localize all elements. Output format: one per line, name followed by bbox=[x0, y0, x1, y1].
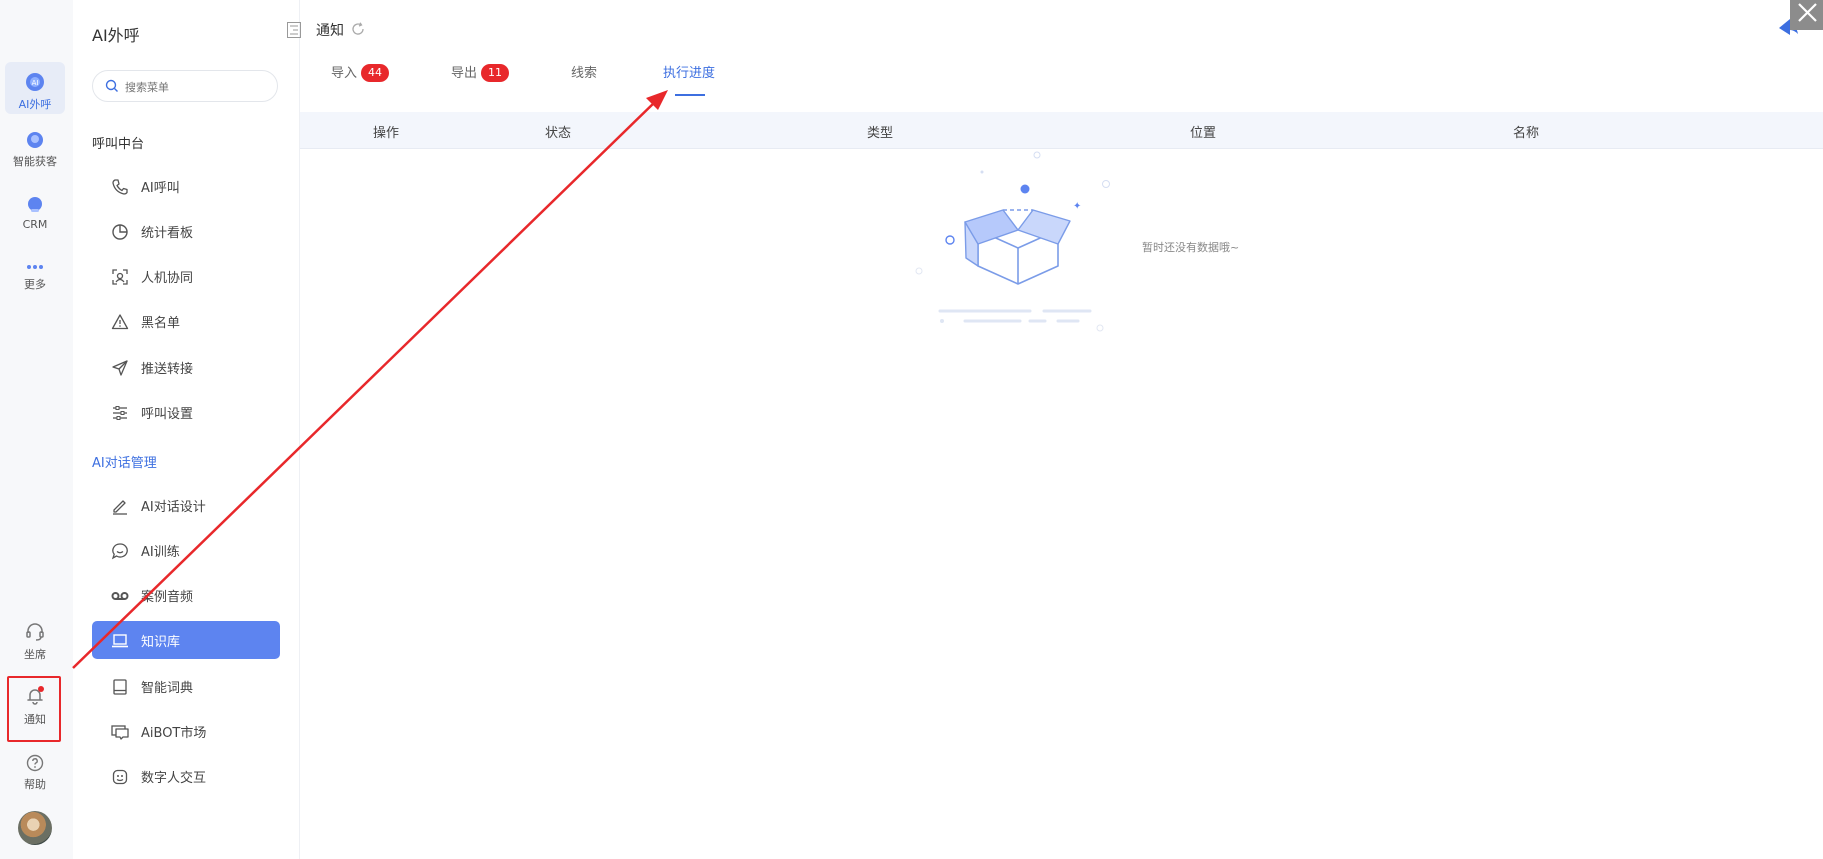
menu-group-title: AI对话管理 bbox=[92, 456, 157, 471]
menu-item-digital-human[interactable]: 数字人交互 bbox=[92, 757, 280, 795]
svg-text:AI: AI bbox=[32, 79, 39, 87]
menu-item-label: 知识库 bbox=[141, 635, 181, 650]
rail-label: 更多 bbox=[24, 278, 46, 291]
column-header-type: 类型 bbox=[867, 126, 894, 141]
rail-label: 坐席 bbox=[24, 648, 46, 661]
side-menu: AI外呼 呼叫中台 AI呼叫 统计看板 人机协同 黑名单 推送转接 呼叫设置 A… bbox=[73, 0, 301, 859]
page-title: 通知 bbox=[316, 23, 344, 39]
menu-item-label: AI对话设计 bbox=[141, 500, 206, 515]
close-icon bbox=[1798, 3, 1817, 22]
menu-item-label: 呼叫设置 bbox=[141, 407, 194, 422]
menu-item-label: 案例音频 bbox=[141, 590, 194, 605]
rail-item-crm[interactable]: CRM bbox=[5, 196, 65, 231]
robot-face-icon bbox=[112, 769, 128, 785]
laptop-icon bbox=[112, 634, 128, 648]
book-icon bbox=[113, 679, 127, 695]
rail-item-ai-call[interactable]: AI AI外呼 bbox=[5, 62, 65, 114]
send-icon bbox=[112, 360, 128, 376]
tab-execution-progress[interactable]: 执行进度 bbox=[663, 62, 715, 81]
refresh-icon[interactable] bbox=[351, 22, 365, 36]
tab-export[interactable]: 导出 11 bbox=[451, 62, 510, 82]
menu-item-call-settings[interactable]: 呼叫设置 bbox=[92, 393, 280, 431]
phone-icon bbox=[112, 179, 128, 195]
export-count-badge: 11 bbox=[481, 64, 510, 82]
table-header: 操作 状态 类型 位置 名称 bbox=[300, 112, 1823, 149]
rail-label: 智能获客 bbox=[13, 155, 57, 168]
tab-import[interactable]: 导入 44 bbox=[331, 62, 390, 82]
rail-item-help[interactable]: 帮助 bbox=[5, 754, 65, 792]
svg-text:✦: ✦ bbox=[1073, 201, 1081, 212]
help-icon bbox=[26, 754, 44, 772]
menu-item-ai-training[interactable]: AI训练 bbox=[92, 531, 280, 569]
more-icon bbox=[27, 265, 43, 269]
menu-item-dialog-design[interactable]: AI对话设计 bbox=[92, 486, 280, 524]
tab-leads[interactable]: 线索 bbox=[571, 62, 597, 81]
search-icon bbox=[105, 79, 118, 92]
menu-search[interactable] bbox=[92, 70, 278, 102]
rail-label: AI外呼 bbox=[18, 98, 52, 111]
pie-chart-icon bbox=[112, 224, 128, 240]
menu-item-label: AiBOT市场 bbox=[141, 726, 207, 741]
menu-item-label: 智能词典 bbox=[141, 681, 194, 696]
menu-group-title: 呼叫中台 bbox=[92, 137, 145, 152]
menu-item-label: 统计看板 bbox=[141, 226, 194, 241]
tab-label: 导入 bbox=[331, 66, 358, 81]
notification-highlight-box bbox=[7, 676, 61, 742]
menu-item-label: AI训练 bbox=[141, 545, 180, 560]
import-count-badge: 44 bbox=[361, 64, 390, 82]
chat-bubble-icon bbox=[111, 543, 128, 560]
menu-item-label: 黑名单 bbox=[141, 316, 181, 331]
voicemail-icon bbox=[111, 592, 129, 600]
screen-chat-icon bbox=[111, 725, 129, 740]
collapse-menu-icon[interactable] bbox=[287, 22, 301, 38]
column-header-location: 位置 bbox=[1190, 126, 1217, 141]
menu-item-blacklist[interactable]: 黑名单 bbox=[92, 302, 280, 340]
menu-item-case-audio[interactable]: 案例音频 bbox=[92, 576, 280, 614]
headset-icon bbox=[26, 623, 44, 641]
close-button[interactable] bbox=[1790, 0, 1823, 30]
customer-acquisition-icon bbox=[27, 132, 43, 148]
face-scan-icon bbox=[112, 269, 128, 285]
ai-call-icon: AI bbox=[26, 73, 44, 91]
menu-item-label: 数字人交互 bbox=[141, 771, 207, 786]
warning-icon bbox=[111, 314, 129, 330]
tab-label: 执行进度 bbox=[663, 66, 716, 81]
menu-item-dictionary[interactable]: 智能词典 bbox=[92, 667, 280, 705]
menu-item-aibot-market[interactable]: AiBOT市场 bbox=[92, 712, 280, 750]
empty-state-text: 暂时还没有数据哦~ bbox=[1142, 241, 1240, 254]
crm-icon bbox=[28, 197, 42, 212]
menu-item-label: AI呼叫 bbox=[141, 181, 180, 196]
rail-item-agent-seat[interactable]: 坐席 bbox=[5, 622, 65, 662]
rail-item-customer-acquisition[interactable]: 智能获客 bbox=[5, 131, 65, 169]
menu-item-knowledge-base[interactable]: 知识库 bbox=[92, 621, 280, 659]
rail-item-more[interactable]: 更多 bbox=[5, 262, 65, 292]
menu-item-human-machine[interactable]: 人机协同 bbox=[92, 257, 280, 295]
menu-item-push-transfer[interactable]: 推送转接 bbox=[92, 348, 280, 386]
column-header-name: 名称 bbox=[1513, 126, 1540, 141]
rail-label: CRM bbox=[22, 218, 48, 231]
column-header-action: 操作 bbox=[373, 126, 400, 141]
menu-search-input[interactable] bbox=[123, 76, 267, 98]
menu-item-ai-call[interactable]: AI呼叫 bbox=[92, 167, 280, 205]
column-header-status: 状态 bbox=[545, 126, 572, 141]
side-menu-title: AI外呼 bbox=[92, 26, 140, 45]
avatar[interactable] bbox=[18, 811, 52, 845]
sliders-icon bbox=[113, 406, 127, 420]
tab-label: 导出 bbox=[451, 66, 478, 81]
tab-label: 线索 bbox=[571, 66, 598, 81]
pen-icon bbox=[113, 500, 127, 515]
empty-box-illustration: ✦ bbox=[915, 151, 1110, 332]
menu-item-statistics[interactable]: 统计看板 bbox=[92, 212, 280, 250]
rail-label: 帮助 bbox=[24, 778, 46, 791]
menu-item-label: 人机协同 bbox=[141, 271, 194, 286]
menu-item-label: 推送转接 bbox=[141, 362, 194, 377]
active-tab-underline bbox=[675, 94, 705, 96]
